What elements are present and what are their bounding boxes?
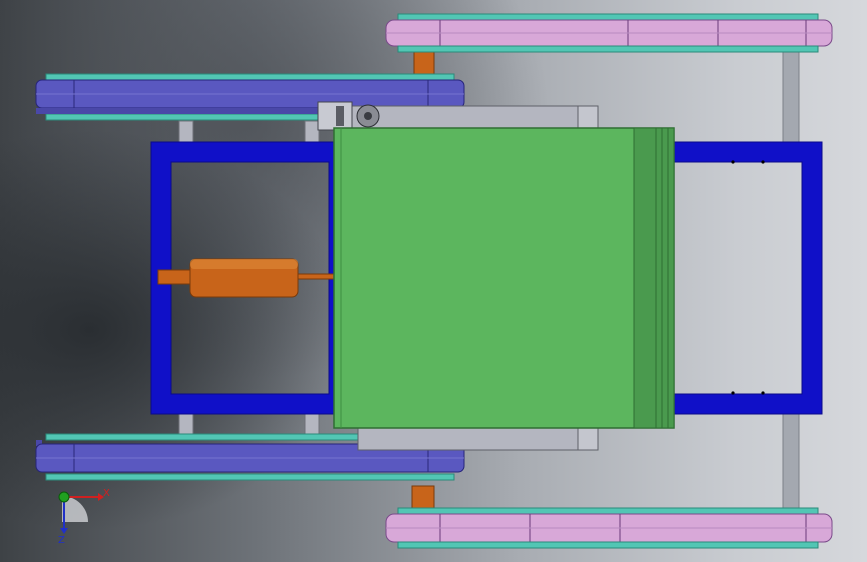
lower-right-track[interactable] (385, 507, 833, 549)
right-frame[interactable] (654, 142, 822, 414)
drive-motor[interactable] (157, 258, 335, 298)
x-axis-label: X (103, 488, 110, 499)
lower-coupling[interactable] (411, 485, 435, 511)
battery-box[interactable] (333, 127, 675, 429)
origin-icon (58, 491, 70, 503)
upper-coupling[interactable] (413, 51, 435, 77)
gearbox[interactable] (317, 101, 353, 131)
upper-right-track[interactable] (385, 13, 833, 53)
cad-viewport[interactable]: X Z (0, 0, 867, 562)
upper-right-shaft[interactable] (782, 51, 800, 157)
lower-right-shaft[interactable] (782, 404, 800, 512)
motor-shaft[interactable] (297, 273, 335, 280)
assembly-drawing[interactable]: X Z (0, 0, 867, 562)
motor-mount[interactable] (157, 269, 191, 285)
z-axis-label: Z (58, 535, 65, 546)
axis-triad: X Z (58, 488, 110, 546)
